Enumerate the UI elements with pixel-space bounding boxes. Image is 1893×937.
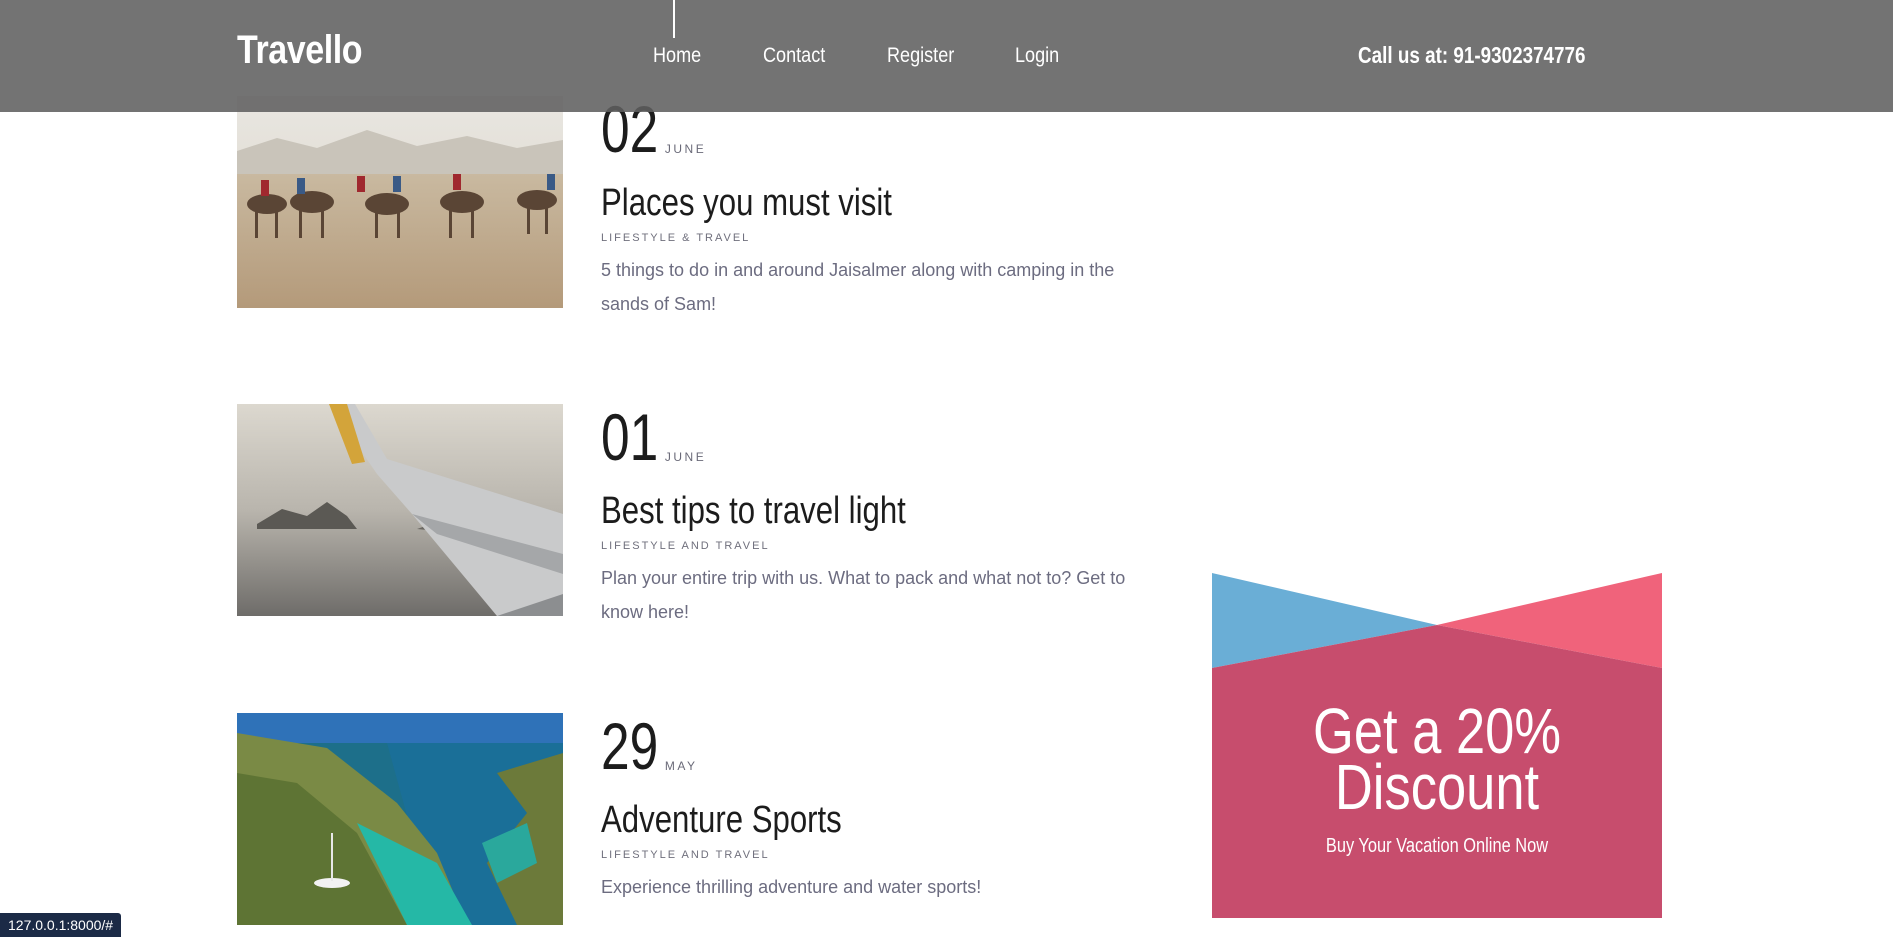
post-month: MAY	[664, 759, 698, 773]
coastal-bay-image	[237, 713, 563, 925]
post-month: JUNE	[664, 450, 707, 464]
post-excerpt: 5 things to do in and around Jaisalmer a…	[601, 260, 1115, 314]
post-date: 29 MAY	[601, 713, 698, 779]
post-title[interactable]: Best tips to travel light	[601, 490, 906, 533]
camels-desert-image	[237, 96, 563, 308]
post-category: LIFESTYLE AND TRAVEL	[601, 540, 770, 552]
nav-register[interactable]: Register	[887, 44, 954, 68]
post-excerpt: Experience thrilling adventure and water…	[601, 877, 982, 897]
post-day: 01	[601, 400, 659, 474]
nav-active-indicator	[673, 0, 675, 38]
nav-contact[interactable]: Contact	[763, 44, 825, 68]
blog-post: 01 JUNE Best tips to travel light LIFEST…	[237, 404, 1157, 622]
post-image-camels-desert[interactable]	[237, 96, 563, 308]
post-title[interactable]: Adventure Sports	[601, 799, 842, 842]
phone-number[interactable]: Call us at: 91-9302374776	[1358, 42, 1586, 69]
post-month: JUNE	[664, 142, 707, 156]
status-bar-url: 127.0.0.1:8000/#	[0, 913, 122, 937]
site-logo[interactable]: Travello	[237, 28, 363, 73]
nav-login[interactable]: Login	[1015, 44, 1059, 68]
blog-post: 02 JUNE Places you must visit LIFESTYLE …	[237, 96, 1157, 314]
post-day: 29	[601, 709, 659, 783]
post-excerpt: Plan your entire trip with us. What to p…	[601, 568, 1126, 622]
site-header: Travello Home Contact Register Login Cal…	[0, 0, 1893, 112]
post-image-coastal-bay[interactable]	[237, 713, 563, 925]
promo-title: Get a 20% Discount	[1253, 699, 1622, 823]
blog-post: 29 MAY Adventure Sports LIFESTYLE AND TR…	[237, 713, 1157, 928]
post-image-airplane-wing[interactable]	[237, 404, 563, 616]
promo-title-line2: Discount	[1334, 751, 1540, 823]
nav-home[interactable]: Home	[653, 44, 701, 68]
airplane-wing-image	[237, 404, 563, 616]
promo-subtitle: Buy Your Vacation Online Now	[1325, 835, 1549, 857]
discount-banner[interactable]: Get a 20% Discount Buy Your Vacation Onl…	[1212, 573, 1662, 918]
post-category: LIFESTYLE AND TRAVEL	[601, 849, 770, 861]
post-category: LIFESTYLE & TRAVEL	[601, 232, 751, 244]
post-date: 01 JUNE	[601, 404, 706, 470]
post-title[interactable]: Places you must visit	[601, 182, 892, 225]
